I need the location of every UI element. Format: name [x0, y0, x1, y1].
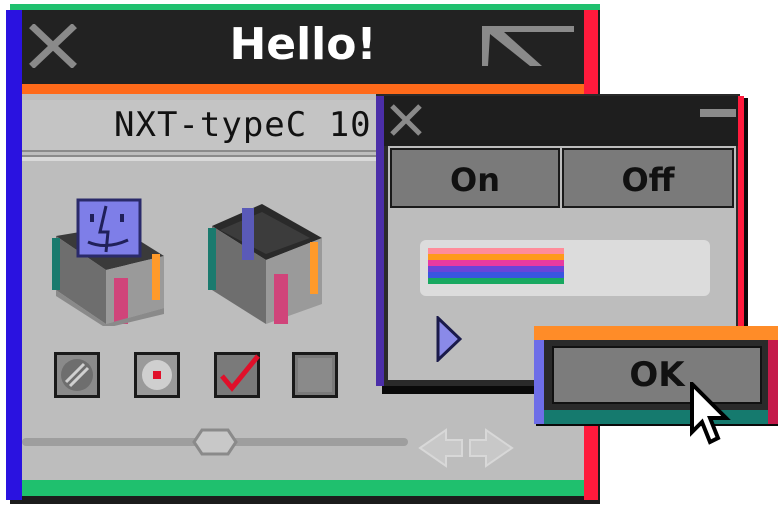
- trash-bin-empty-icon[interactable]: [206, 196, 326, 326]
- subtitle-text: NXT-typeC 10: [114, 105, 372, 145]
- close-icon[interactable]: [388, 104, 424, 136]
- dialog-left-accent: [376, 96, 384, 386]
- play-triangle-icon[interactable]: [436, 314, 463, 364]
- mouse-cursor-icon: [688, 379, 732, 446]
- radio-off-icon[interactable]: [54, 352, 100, 398]
- ok-button-bottom-accent: [544, 410, 768, 424]
- title-bar-underline: [22, 84, 584, 94]
- zoom-icon[interactable]: [478, 22, 578, 70]
- progress-stripe: [428, 278, 564, 284]
- close-icon[interactable]: [28, 23, 78, 69]
- slider-thumb-icon[interactable]: [192, 428, 238, 456]
- window-left-accent: [6, 10, 22, 500]
- trash-bin-finder-icon[interactable]: [46, 196, 166, 328]
- segment-on-button[interactable]: On: [390, 148, 560, 208]
- checkbox-checked-icon[interactable]: [214, 352, 260, 398]
- scroll-arrows-icon[interactable]: [418, 428, 514, 468]
- ok-button-right-accent: [768, 340, 778, 424]
- radio-on-icon[interactable]: [134, 352, 180, 398]
- minimize-icon[interactable]: [700, 104, 736, 117]
- window-bottom-accent: [22, 480, 584, 496]
- segment-off-button[interactable]: Off: [562, 148, 734, 208]
- checkbox-empty-icon[interactable]: [292, 352, 338, 398]
- dialog-title-bar[interactable]: [384, 96, 738, 146]
- ok-button-left-accent: [534, 340, 544, 424]
